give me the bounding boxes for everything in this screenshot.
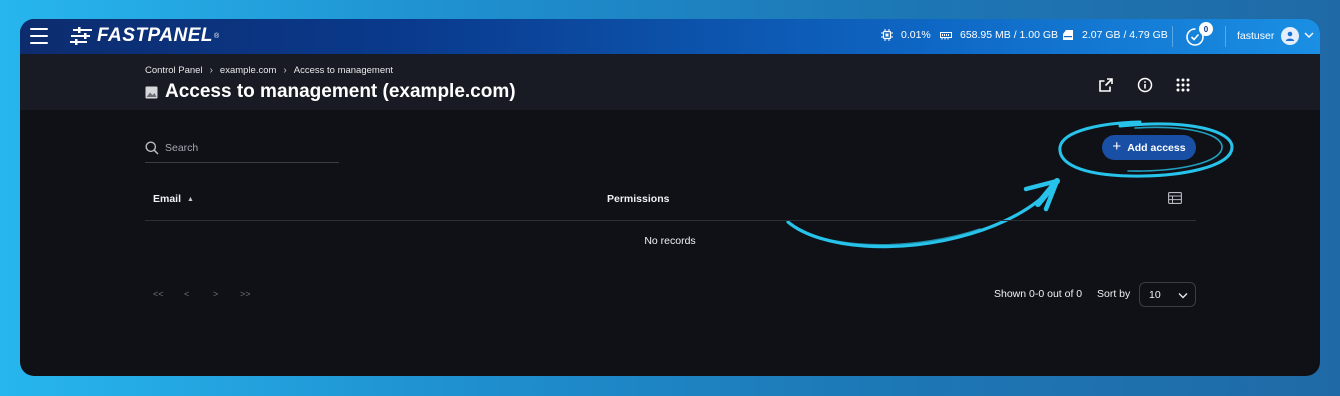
brand-registered-mark: ® <box>214 32 220 40</box>
disk-value: 2.07 GB / 4.79 GB <box>1082 29 1168 41</box>
breadcrumb-item-control-panel[interactable]: Control Panel <box>145 65 203 76</box>
username[interactable]: fastuser <box>1237 30 1274 42</box>
user-glyph-icon <box>1285 31 1295 41</box>
menu-icon[interactable] <box>30 28 48 44</box>
top-bar: FASTPANEL ® 0.01% 658.95 MB / 1.00 GB 2.… <box>20 19 1320 54</box>
search-input[interactable] <box>165 138 335 158</box>
cpu-icon <box>881 29 893 41</box>
breadcrumb-item-domain[interactable]: example.com <box>220 65 277 76</box>
image-icon <box>145 86 158 98</box>
table-divider <box>145 220 1196 221</box>
memory-icon <box>940 32 952 40</box>
first-page-button[interactable]: << <box>153 289 164 299</box>
add-access-label: Add access <box>1127 141 1186 154</box>
info-icon[interactable] <box>1137 77 1153 93</box>
page-header: Control Panel › example.com › Access to … <box>20 54 1320 110</box>
plus-icon: + <box>1112 138 1122 155</box>
user-icon[interactable] <box>1281 27 1299 45</box>
notifications-badge: 0 <box>1199 22 1213 36</box>
divider <box>1172 26 1173 47</box>
page-size-select[interactable]: 10 <box>1139 282 1196 307</box>
breadcrumb-item-current: Access to management <box>293 65 394 76</box>
disk-icon <box>1063 30 1073 40</box>
brand-name: FASTPANEL <box>97 25 214 46</box>
add-access-button[interactable]: + Add access <box>1102 135 1196 160</box>
records-count: Shown 0-0 out of 0 <box>994 288 1083 300</box>
cpu-value: 0.01% <box>901 29 931 41</box>
sort-by-label: Sort by <box>1097 288 1131 300</box>
column-header-email-label: Email <box>153 193 182 205</box>
sort-ascending-icon: ▲ <box>187 196 194 203</box>
page-title: Access to management (example.com) <box>165 81 516 102</box>
external-link-icon[interactable] <box>1098 77 1114 93</box>
search-icon <box>145 141 159 155</box>
page-title-row: Access to management (example.com) <box>145 81 516 103</box>
apps-grid-icon[interactable] <box>1175 77 1191 93</box>
table-columns-icon[interactable] <box>1168 192 1182 204</box>
column-header-email[interactable]: Email ▲ <box>153 193 194 205</box>
disk-stat[interactable]: 2.07 GB / 4.79 GB <box>1062 29 1168 41</box>
memory-stat[interactable]: 658.95 MB / 1.00 GB <box>940 29 1058 41</box>
chevron-down-icon[interactable] <box>1304 31 1314 39</box>
search-box <box>145 132 339 163</box>
cpu-stat[interactable]: 0.01% <box>881 29 931 41</box>
memory-value: 658.95 MB / 1.00 GB <box>960 29 1059 41</box>
column-header-permissions[interactable]: Permissions <box>607 193 669 205</box>
last-page-button[interactable]: >> <box>240 289 251 299</box>
app-window: FASTPANEL ® 0.01% 658.95 MB / 1.00 GB 2.… <box>20 19 1320 376</box>
logo-icon <box>70 27 92 45</box>
chevron-right-icon: › <box>283 65 287 76</box>
previous-page-button[interactable]: < <box>184 289 189 299</box>
next-page-button[interactable]: > <box>213 289 218 299</box>
chevron-down-icon <box>1178 293 1188 299</box>
empty-state-text: No records <box>644 235 696 247</box>
logo[interactable]: FASTPANEL ® <box>70 25 219 47</box>
page-size-value: 10 <box>1149 289 1161 301</box>
breadcrumb: Control Panel › example.com › Access to … <box>145 65 393 76</box>
chevron-right-icon: › <box>209 65 213 76</box>
divider <box>1225 26 1226 47</box>
